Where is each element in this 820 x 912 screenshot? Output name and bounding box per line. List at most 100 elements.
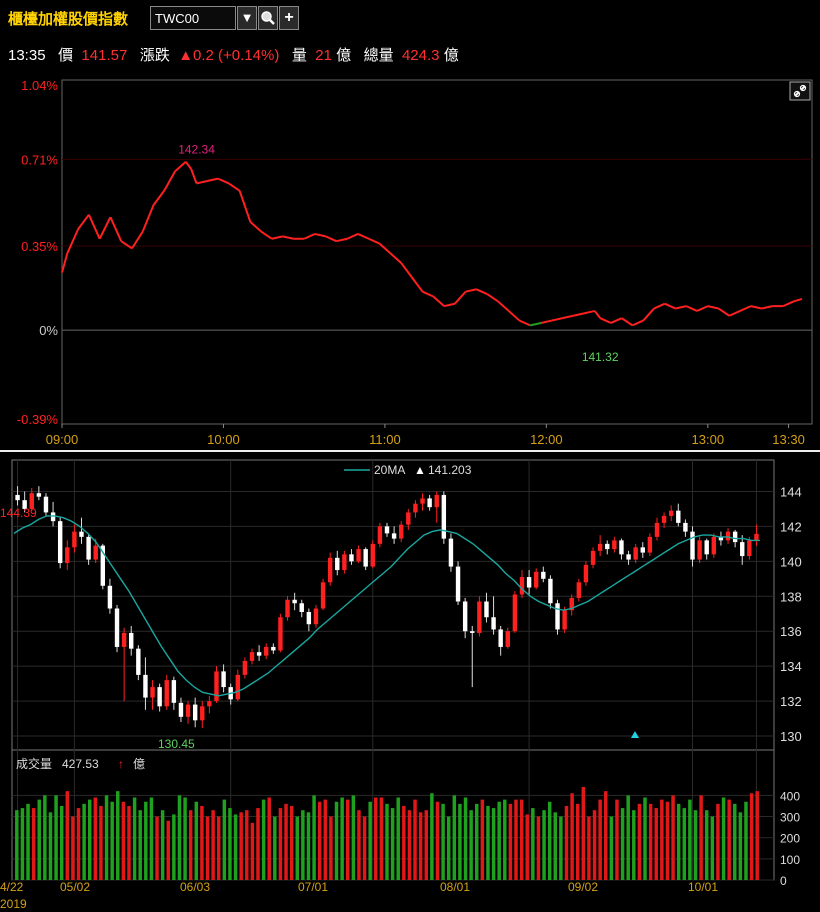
intraday-price-segment	[260, 230, 273, 240]
intraday-price-segment	[599, 317, 612, 324]
volume-bar	[570, 793, 574, 880]
add-button[interactable]: +	[279, 6, 299, 30]
volume-bar	[458, 803, 462, 880]
candle-body	[597, 543, 603, 551]
candle-body	[740, 542, 745, 557]
intraday-price-segment	[583, 309, 596, 315]
intraday-y-tick-label: 1.04%	[21, 78, 58, 93]
volume-bar	[587, 816, 591, 880]
symbol-dropdown-button[interactable]: ▼	[237, 6, 257, 30]
candle-body	[583, 564, 589, 583]
intraday-price-segment	[739, 305, 752, 312]
candle-body	[711, 536, 717, 555]
candle-body	[164, 680, 169, 707]
candle-body	[654, 522, 660, 537]
volume-bar	[301, 810, 305, 880]
daily-y-tick-label: 138	[780, 589, 802, 604]
daily-x-tick-label: 05/02	[60, 880, 90, 894]
volume-bar	[194, 801, 199, 880]
candle-body	[65, 547, 70, 564]
intraday-price-segment	[621, 317, 634, 327]
candle-body	[612, 540, 617, 550]
intraday-price-segment	[378, 242, 391, 254]
candle-body	[107, 585, 113, 609]
intraday-price-segment	[750, 305, 762, 310]
volume-bar	[559, 816, 563, 880]
candle-body	[519, 577, 525, 595]
intraday-price-segment	[465, 288, 477, 293]
intraday-price-segment	[87, 214, 101, 240]
volume-bar	[20, 808, 25, 880]
candle-body	[441, 494, 447, 539]
volume-bar	[26, 803, 30, 880]
volume-bar	[144, 801, 148, 880]
intraday-price-segment	[314, 232, 326, 238]
volume-bar	[273, 816, 277, 880]
volume-bar	[503, 799, 507, 880]
candle-body	[143, 674, 148, 698]
volume-bar	[93, 797, 98, 880]
intraday-price-segment	[707, 305, 719, 310]
candle-body	[555, 603, 560, 630]
volume-bar	[396, 797, 400, 880]
volume-bar	[250, 822, 255, 880]
daily-y-tick-label: 140	[780, 554, 802, 569]
candle-body	[114, 608, 120, 647]
intraday-price-segment	[98, 216, 112, 240]
volume-bar	[598, 799, 602, 880]
daily-x-tick-label: 10/01	[688, 880, 718, 894]
candle-body	[640, 547, 645, 553]
candle-body	[676, 510, 681, 523]
volume-bar	[525, 814, 529, 880]
volume-bar	[463, 797, 468, 880]
candle-body	[185, 704, 191, 717]
volume-bar	[138, 810, 142, 880]
intraday-price-segment	[141, 204, 155, 232]
intraday-price-segment	[217, 177, 230, 185]
candle-body	[292, 599, 297, 604]
candle-body	[93, 545, 98, 560]
volume-bar	[609, 816, 614, 880]
daily-y-tick-label: 132	[780, 694, 802, 709]
daily-x-tick-label: 09/02	[568, 880, 598, 894]
volume-bar	[637, 803, 642, 880]
candle-body	[384, 526, 390, 534]
volume-bar	[660, 799, 664, 880]
intraday-price-segment	[346, 233, 359, 240]
intraday-price-segment	[551, 317, 563, 322]
candle-body	[129, 632, 134, 649]
candle-body	[136, 648, 141, 675]
intraday-y-tick-label: 0.35%	[21, 239, 58, 254]
intraday-price-segment	[196, 180, 208, 185]
candle-body	[533, 571, 539, 588]
candle-body	[747, 540, 752, 557]
intraday-price-segment	[163, 170, 176, 192]
candle-body	[434, 494, 439, 508]
volume-bar	[519, 799, 524, 880]
volume-bar	[413, 799, 417, 880]
intraday-price-segment	[664, 302, 676, 310]
intraday-x-tick-label: 13:30	[772, 432, 805, 447]
volume-bar	[155, 816, 159, 880]
intraday-y-tick-label: -0.39%	[17, 412, 59, 427]
intraday-price-segment	[761, 305, 773, 310]
link-icon[interactable]	[789, 81, 811, 101]
candle-body	[271, 646, 276, 651]
candle-body	[484, 601, 489, 618]
symbol-value: TWC00	[155, 11, 200, 26]
intraday-price-segment	[562, 314, 574, 320]
symbol-input[interactable]: TWC00	[150, 6, 236, 30]
intraday-price-segment	[400, 262, 413, 278]
intraday-high-label: 142.34	[178, 142, 215, 156]
volume-bar	[671, 795, 675, 880]
volume-bar	[564, 805, 569, 880]
intraday-price-segment	[475, 288, 488, 296]
search-button[interactable]	[258, 6, 278, 30]
candle-body	[420, 498, 425, 504]
intraday-x-tick-label: 09:00	[46, 432, 79, 447]
intraday-price-segment	[728, 310, 741, 317]
volume-bar	[289, 805, 294, 880]
intraday-x-tick-label: 13:00	[692, 432, 725, 447]
volume-bar	[306, 812, 311, 880]
candle-body	[512, 594, 518, 632]
